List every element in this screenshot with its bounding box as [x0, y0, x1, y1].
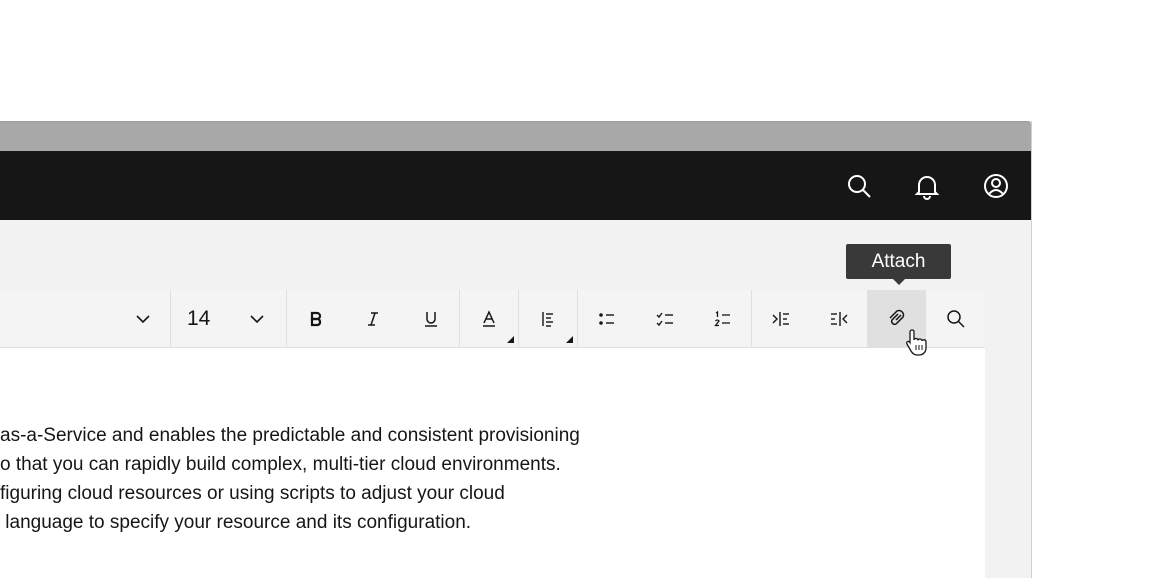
notification-icon [914, 176, 940, 200]
attach-tooltip: Attach [846, 244, 951, 279]
document-line: figuring cloud resources or using script… [0, 483, 505, 504]
font-family-dropdown-toggle[interactable] [118, 290, 168, 347]
chevron-down-icon [250, 314, 264, 323]
header-user-button[interactable] [976, 166, 1016, 206]
app-header [0, 151, 1031, 220]
indent-button[interactable] [752, 290, 810, 347]
underline-button[interactable] [402, 290, 459, 347]
numbered-list-icon [713, 310, 730, 326]
header-notifications-button[interactable] [907, 166, 947, 206]
outdent-button[interactable] [810, 290, 867, 347]
text-color-button[interactable] [460, 290, 518, 347]
search-icon [848, 175, 871, 198]
search-icon [946, 309, 965, 328]
hand-pointer-cursor-icon [906, 329, 927, 356]
header-search-button[interactable] [839, 166, 879, 206]
align-button[interactable] [519, 290, 577, 347]
dropdown-corner-indicator [566, 336, 573, 343]
document-line: o that you can rapidly build complex, mu… [0, 454, 561, 475]
user-avatar-icon [984, 174, 1008, 198]
checklist-icon [656, 312, 673, 326]
underline-icon [424, 311, 437, 327]
outdent-icon [830, 311, 847, 326]
italic-icon [368, 311, 378, 326]
toolbar-divider [170, 290, 171, 347]
indent-icon [772, 311, 789, 326]
font-size-value[interactable]: 14 [187, 290, 210, 347]
document-line: as-a-Service and enables the predictable… [0, 425, 580, 446]
editor-toolbar: 14 [0, 290, 985, 348]
attach-icon [888, 309, 904, 325]
browser-chrome-bar [0, 121, 1031, 152]
numbered-list-button[interactable] [694, 290, 751, 347]
document-body[interactable]: as-a-Service and enables the predictable… [0, 421, 700, 537]
font-size-dropdown-toggle[interactable] [232, 290, 282, 347]
document-line: language to specify your resource and it… [0, 512, 472, 533]
bulleted-list-button[interactable] [578, 290, 636, 347]
find-button[interactable] [926, 290, 985, 347]
bold-button[interactable] [287, 290, 344, 347]
text-color-icon [483, 309, 495, 327]
italic-button[interactable] [344, 290, 402, 347]
checklist-button[interactable] [636, 290, 694, 347]
dropdown-corner-indicator [507, 336, 514, 343]
tooltip-caret [893, 279, 905, 285]
bold-icon [310, 311, 321, 326]
align-left-icon [542, 311, 553, 327]
chevron-down-icon [136, 314, 150, 323]
bulleted-list-icon [599, 312, 614, 325]
